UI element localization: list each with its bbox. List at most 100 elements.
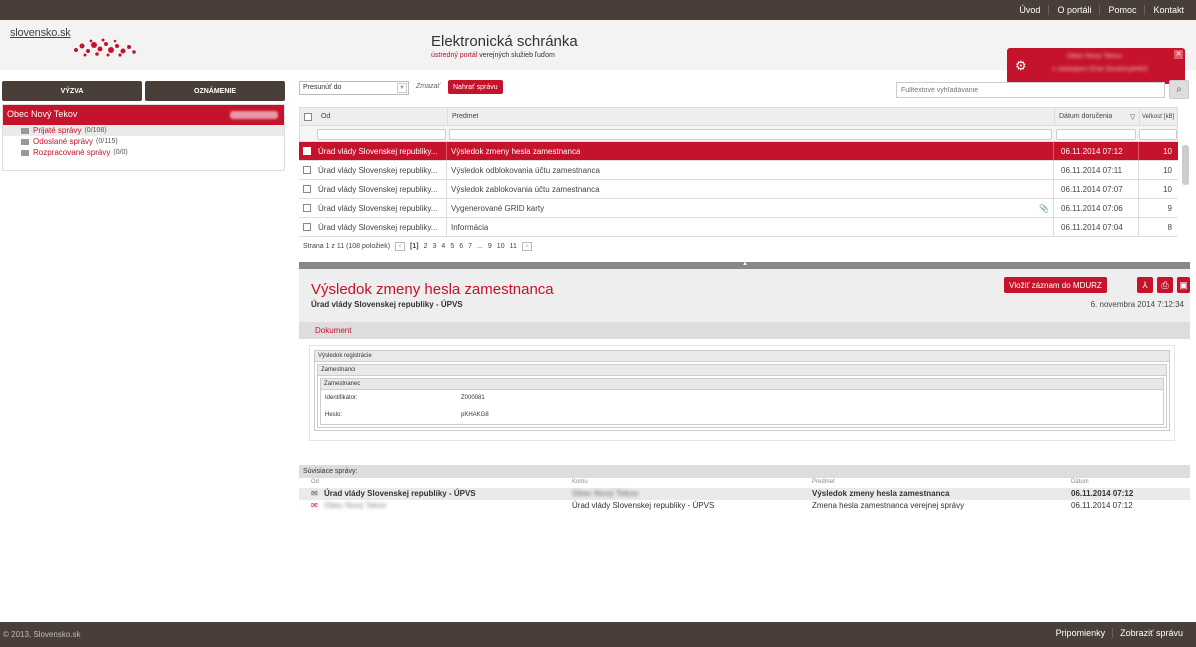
select-all-checkbox[interactable]: [304, 113, 312, 121]
site-subtitle: ústredný portál verejných služieb ľuďom: [431, 52, 555, 59]
pdf-icon[interactable]: ⅄: [1137, 277, 1153, 293]
table-row[interactable]: Úrad vlády Slovenskej republiky... Výsle…: [299, 161, 1178, 180]
message-date: 6. novembra 2014 7:12:34: [1090, 300, 1184, 309]
page-link[interactable]: 2: [424, 243, 428, 250]
copyright: © 2013, Slovensko.sk: [3, 630, 81, 639]
table-row[interactable]: Úrad vlády Slovenskej republiky... Vygen…: [299, 199, 1178, 218]
message-detail-header: Výsledok zmeny hesla zamestnanca Úrad vl…: [299, 269, 1190, 339]
folder-inbox[interactable]: Prijaté správy (0/108): [3, 125, 284, 136]
collapse-icon[interactable]: ▲: [742, 261, 748, 267]
tab-notice[interactable]: OZNÁMENIE: [145, 81, 285, 101]
show-message-link[interactable]: Zobraziť správu: [1112, 628, 1190, 638]
search-icon[interactable]: ⌕: [1169, 80, 1189, 99]
filter-from-input[interactable]: [317, 129, 446, 140]
message-grid: Od Predmet Dátum doručenia ▽ Veľkosť [kB…: [299, 107, 1178, 237]
message-sender: Úrad vlády Slovenskej republiky - ÚPVS: [311, 300, 463, 309]
nav-home[interactable]: Úvod: [1011, 5, 1048, 15]
grid-scrollbar[interactable]: [1181, 143, 1190, 235]
related-title: Súvisiace správy:: [299, 465, 1190, 478]
page-link[interactable]: 5: [450, 243, 454, 250]
registration-result-block: Výsledok registrácie Zamestnanci Zamestn…: [314, 350, 1170, 431]
grid-header: Od Predmet Dátum doručenia ▽ Veľkosť [kB…: [299, 107, 1178, 126]
section-title: Výsledok registrácie: [315, 351, 1169, 362]
tab-challenge[interactable]: VÝZVA: [2, 81, 142, 101]
save-icon[interactable]: ▣: [1177, 277, 1190, 293]
folder-icon: [21, 138, 29, 145]
page-ellipsis: ...: [477, 243, 483, 250]
move-to-select[interactable]: Presunúť do ▼: [299, 81, 409, 95]
account-code: [230, 111, 278, 119]
folder-panel: Obec Nový Tekov Prijaté správy (0/108) Od…: [2, 104, 285, 171]
page-current[interactable]: [1]: [410, 243, 419, 250]
password-field: Heslo: pKHAKG8: [325, 412, 489, 418]
nav-help[interactable]: Pomoc: [1099, 5, 1144, 15]
logo-map-icon: [74, 38, 136, 57]
section-title: Zamestnanci: [318, 365, 1166, 376]
column-size[interactable]: Veľkosť [kB]: [1142, 108, 1174, 125]
fulltext-search-input[interactable]: [896, 82, 1165, 98]
tab-document-bar: Dokument: [299, 322, 1190, 339]
print-icon[interactable]: ⎙: [1157, 277, 1173, 293]
account-header[interactable]: Obec Nový Tekov: [3, 105, 284, 125]
related-columns: Od Komu Predmet Dátum: [311, 479, 1089, 485]
left-tabs: VÝZVA OZNÁMENIE: [2, 81, 285, 101]
page-link[interactable]: 3: [433, 243, 437, 250]
filter-row: [299, 126, 1178, 142]
related-row[interactable]: ✉ Úrad vlády Slovenskej republiky - ÚPVS…: [299, 488, 1190, 500]
folder-icon: [21, 127, 29, 134]
site-title: Elektronická schránka: [431, 33, 578, 50]
footer: © 2013, Slovensko.sk Pripomienky Zobrazi…: [0, 622, 1196, 647]
column-date[interactable]: Dátum doručenia: [1059, 108, 1112, 125]
chevron-down-icon: ▼: [397, 83, 407, 93]
user-name: Obec Nový Tekov: [1067, 53, 1122, 60]
page-link[interactable]: 9: [488, 243, 492, 250]
page-link[interactable]: 10: [497, 243, 505, 250]
close-icon[interactable]: ✕: [1174, 50, 1183, 59]
site-logo-text[interactable]: slovensko.sk: [10, 27, 71, 39]
column-subject[interactable]: Predmet: [452, 108, 478, 125]
pager: Strana 1 z 11 (108 položiek) < [1] 2 3 4…: [303, 242, 532, 251]
page-link[interactable]: 11: [510, 243, 517, 250]
filter-subject-input[interactable]: [449, 129, 1052, 140]
user-representative: v zastúpení Emil Skuteľný#402: [1052, 66, 1149, 73]
table-row[interactable]: Úrad vlády Slovenskej republiky... Výsle…: [299, 142, 1178, 161]
document-view: Výsledok registrácie Zamestnanci Zamestn…: [309, 345, 1175, 441]
page-link[interactable]: 4: [441, 243, 445, 250]
folder-sent[interactable]: Odoslané správy (0/115): [3, 136, 284, 147]
top-nav: Úvod O portáli Pomoc Kontakt: [1011, 0, 1192, 20]
footer-links: Pripomienky Zobraziť správu: [1049, 628, 1190, 638]
user-box[interactable]: ⚙ Obec Nový Tekov v zastúpení Emil Skute…: [1007, 48, 1185, 84]
prev-page-button[interactable]: <: [395, 242, 406, 251]
identifier-field: Identifikátor: Z000081: [325, 395, 485, 401]
page-link[interactable]: 7: [468, 243, 472, 250]
header: slovensko.sk Elektronická schránka ústre…: [0, 20, 1196, 84]
section-title: Zamestnanec: [321, 379, 1163, 390]
column-from[interactable]: Od: [321, 108, 330, 125]
nav-contact[interactable]: Kontakt: [1144, 5, 1192, 15]
table-row[interactable]: Úrad vlády Slovenskej republiky... Infor…: [299, 218, 1178, 237]
pager-summary: Strana 1 z 11 (108 položiek): [303, 243, 391, 250]
panel-splitter[interactable]: ▲: [299, 261, 1190, 269]
employees-block: Zamestnanci Zamestnanec Identifikátor: Z…: [317, 364, 1167, 428]
feedback-link[interactable]: Pripomienky: [1049, 628, 1113, 638]
gear-icon[interactable]: ⚙: [1015, 58, 1027, 74]
related-row[interactable]: ✉ Obec Nový Tekov Úrad vlády Slovenskej …: [299, 500, 1190, 512]
page-link[interactable]: 6: [459, 243, 463, 250]
delete-button[interactable]: Zmazať: [416, 83, 440, 90]
related-messages: Súvisiace správy: Od Komu Predmet Dátum …: [299, 465, 1190, 512]
filter-size-input[interactable]: [1139, 129, 1177, 140]
upload-message-button[interactable]: Nahrať správu: [448, 80, 503, 94]
next-page-button[interactable]: >: [521, 242, 532, 251]
nav-about[interactable]: O portáli: [1048, 5, 1099, 15]
mdurz-button[interactable]: Vložiť záznam do MDURZ: [1004, 277, 1107, 293]
message-toolbar: Presunúť do ▼ Zmazať Nahrať správu ⌕: [299, 80, 1190, 100]
message-title: Výsledok zmeny hesla zamestnanca: [311, 281, 554, 298]
tab-document[interactable]: Dokument: [315, 326, 351, 335]
table-row[interactable]: Úrad vlády Slovenskej republiky... Výsle…: [299, 180, 1178, 199]
message-read-icon: ✉: [311, 489, 318, 498]
account-name: Obec Nový Tekov: [7, 109, 78, 119]
filter-date-select[interactable]: [1056, 129, 1136, 140]
folder-drafts[interactable]: Rozpracované správy (0/0): [3, 147, 284, 158]
employee-block: Zamestnanec Identifikátor: Z000081 Heslo…: [320, 378, 1164, 425]
sort-icon[interactable]: ▽: [1130, 108, 1135, 125]
